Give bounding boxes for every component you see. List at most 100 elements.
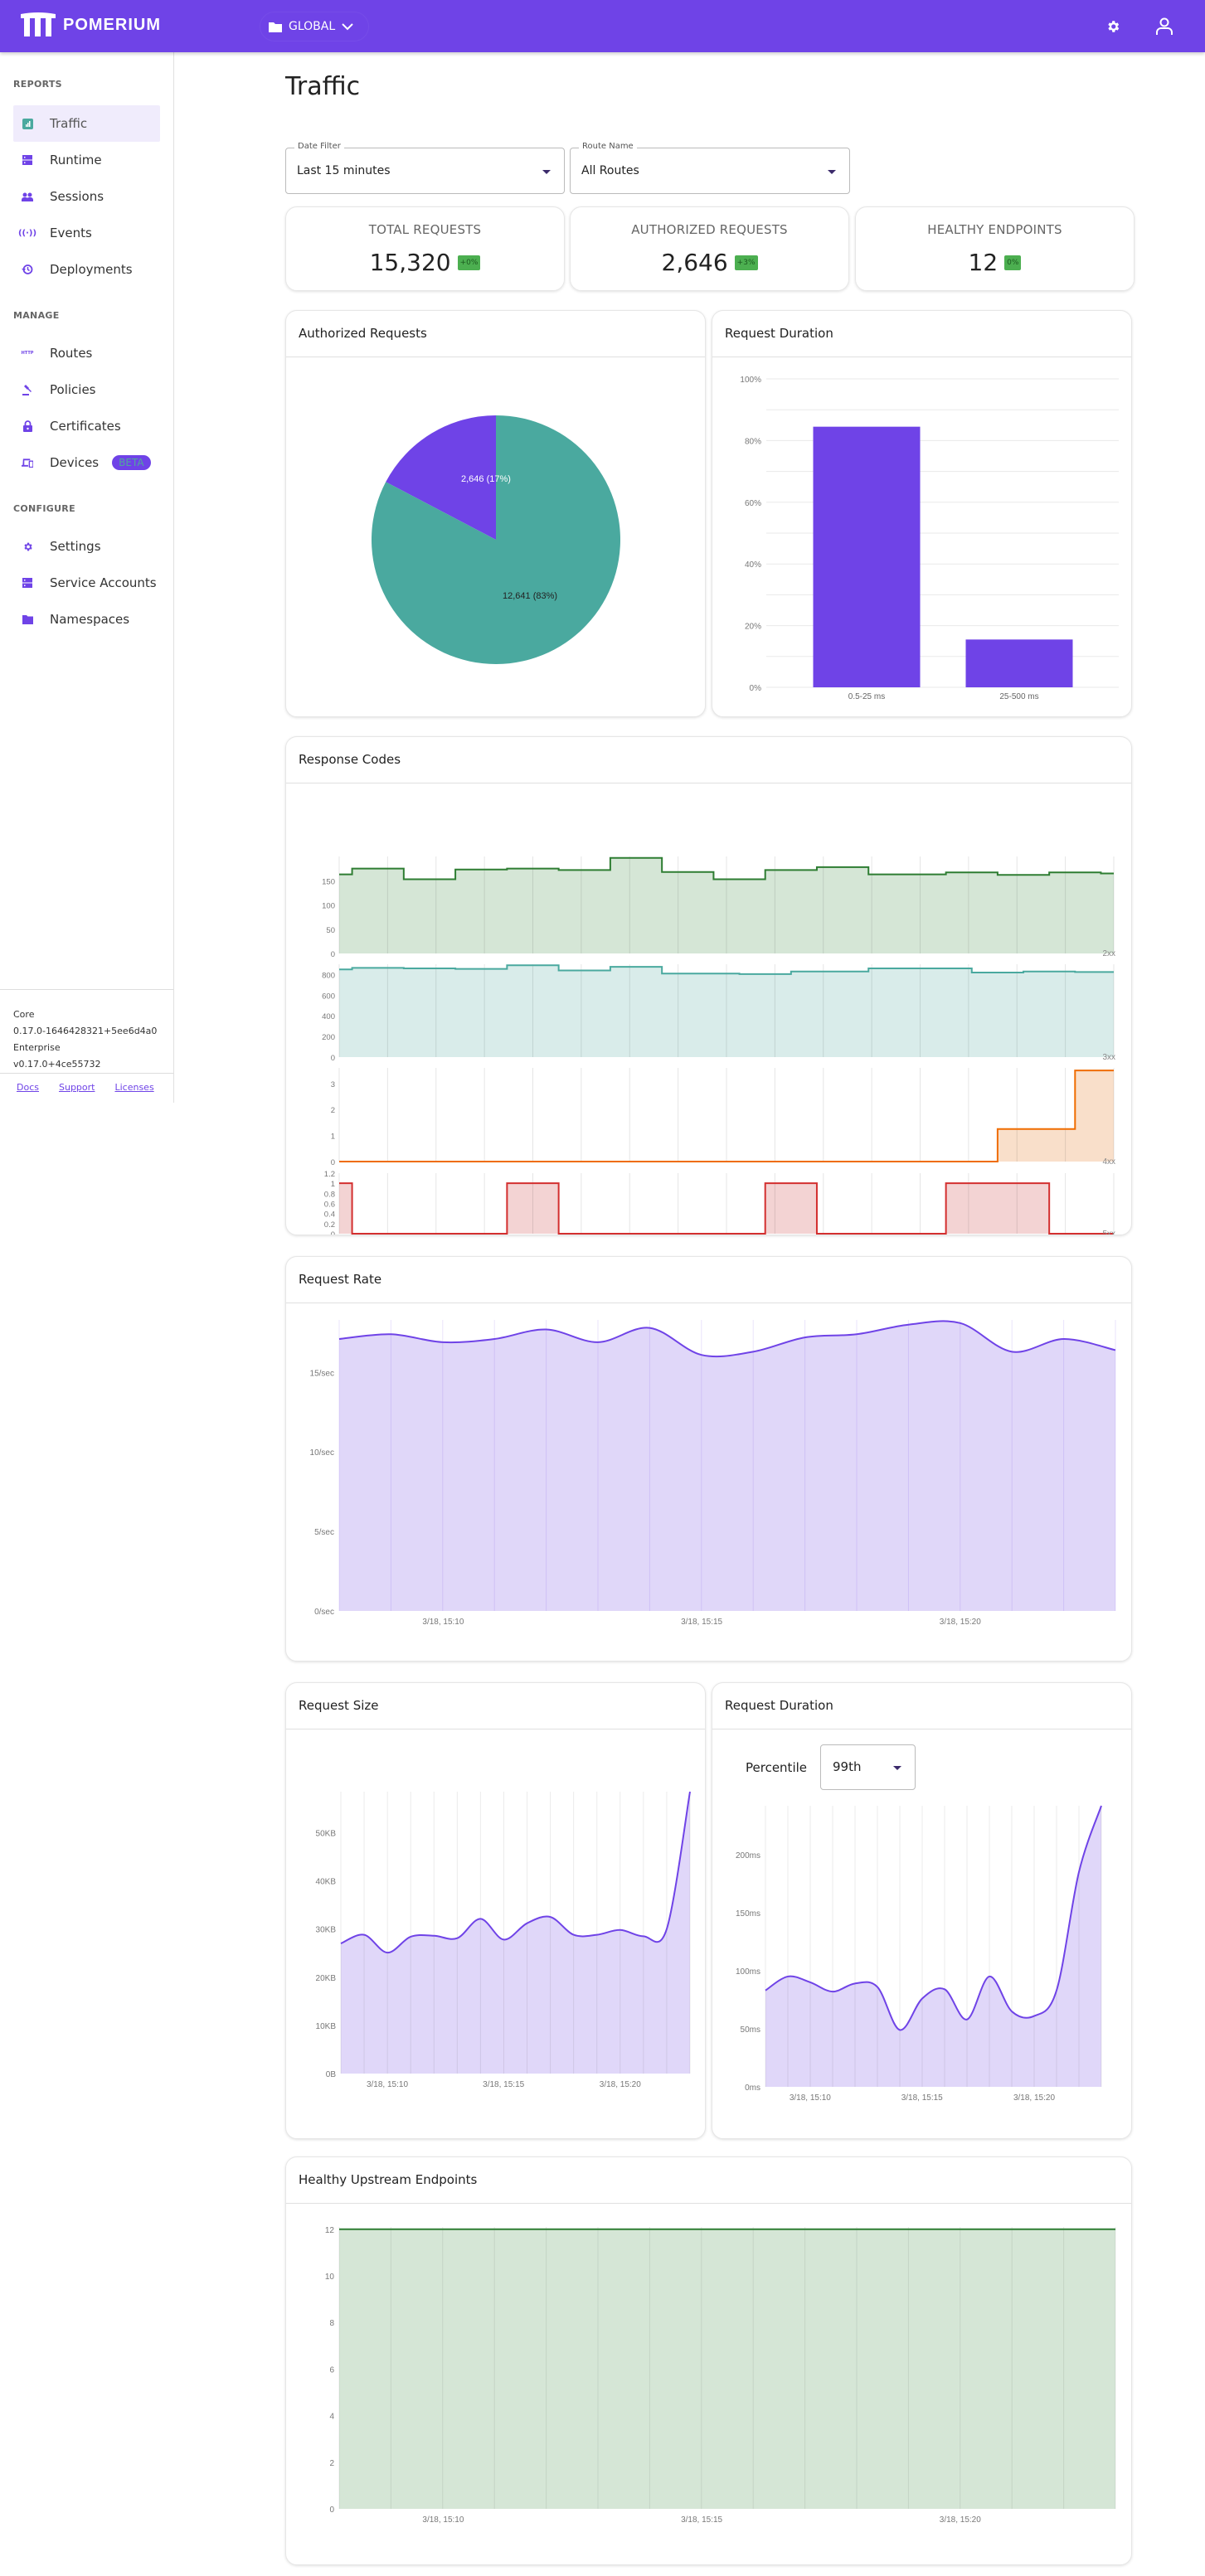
x-tick-label: 3/18, 15:20: [940, 1618, 981, 1627]
section-manage: MANAGE: [13, 310, 60, 321]
route-name-select[interactable]: Route Name All Routes: [570, 142, 850, 194]
authorized-requests-pie: 2,646 (17%) 12,641 (83%): [372, 415, 620, 664]
x-tick-label: 3/18, 15:10: [422, 2515, 464, 2525]
y-tick-label: 10: [325, 2273, 335, 2282]
sidebar-item-label: Devices: [50, 455, 100, 470]
chevron-down-icon: [342, 23, 353, 31]
beta-badge: BETA: [112, 455, 151, 470]
sidebar-item-policies[interactable]: Policies: [13, 371, 160, 408]
user-account-button[interactable]: [1154, 16, 1175, 37]
sidebar-item-devices[interactable]: Devices BETA: [13, 444, 160, 481]
y-tick-label: 0: [331, 950, 335, 959]
y-tick-label: 3: [331, 1080, 335, 1089]
y-tick-label: 5/sec: [314, 1528, 334, 1537]
y-tick-label: 8: [329, 2319, 334, 2328]
gear-icon: [22, 541, 33, 552]
top-bar: POMERIUM GLOBAL: [0, 0, 1205, 52]
y-tick-label: 12: [325, 2226, 335, 2235]
brand-name: POMERIUM: [63, 15, 161, 34]
lock-icon: [22, 420, 33, 432]
stat-value: 2,646: [661, 249, 728, 276]
footer-links: Docs Support Licenses: [0, 1073, 173, 1093]
x-tick-label: 3/18, 15:10: [790, 2093, 831, 2103]
area-fill: [339, 1321, 1115, 1611]
sidebar: REPORTS Traffic Runtime Sessions ((·)) E…: [0, 52, 174, 1103]
y-tick-label: 40KB: [316, 1878, 337, 1887]
y-tick-label: 50: [326, 926, 335, 935]
y-tick-label: 100%: [740, 376, 761, 385]
namespace-selector[interactable]: GLOBAL: [260, 12, 370, 41]
series-label: 2xx: [1102, 949, 1115, 958]
request-duration-card: Request Duration 0% 20% 40% 60% 80% 100% 0.5-2…: [712, 310, 1132, 717]
y-tick-label: 0: [331, 1054, 335, 1063]
series-label: 5xx: [1102, 1230, 1115, 1235]
licenses-link[interactable]: Licenses: [114, 1082, 153, 1093]
y-tick-label: 600: [322, 992, 335, 1001]
sidebar-item-traffic[interactable]: Traffic: [13, 105, 160, 142]
sidebar-item-routes[interactable]: HTTP Routes: [13, 335, 160, 371]
request-duration-bar-chart: 0% 20% 40% 60% 80% 100% 0.5-25 ms 25-500 ms: [740, 376, 1119, 701]
settings-button[interactable]: [1102, 16, 1124, 37]
sidebar-item-namespaces[interactable]: Namespaces: [13, 601, 160, 638]
y-tick-label: 30KB: [316, 1926, 337, 1935]
folder-icon: [22, 614, 33, 625]
x-tick-label: 3/18, 15:20: [1013, 2093, 1055, 2103]
sidebar-item-events[interactable]: ((·)) Events: [13, 215, 160, 251]
sidebar-item-label: Certificates: [50, 419, 121, 434]
request-rate-chart: 0/sec 5/sec 10/sec 15/sec 3/18, 15:10 3/18, 1…: [310, 1320, 1116, 1627]
card-title: Response Codes: [286, 737, 1131, 783]
x-tick-label: 3/18, 15:15: [483, 2080, 524, 2089]
y-tick-label: 15/sec: [310, 1369, 334, 1378]
version-info: Core 0.17.0-1646428321+5ee6d4a0 Enterpri…: [0, 989, 173, 1073]
card-title: Healthy Upstream Endpoints: [286, 2157, 1131, 2204]
sidebar-item-sessions[interactable]: Sessions: [13, 178, 160, 215]
request-duration-percentile-card: Request Duration Percentile 99th 0ms 50ms…: [712, 1682, 1132, 2139]
sidebar-item-certificates[interactable]: Certificates: [13, 408, 160, 444]
request-duration-percentile-chart: 0ms 50ms 100ms 150ms 200ms 3/18, 15:10 3/18, 1…: [736, 1805, 1102, 2103]
date-filter-select[interactable]: Date Filter Last 15 minutes: [285, 142, 565, 194]
docs-link[interactable]: Docs: [17, 1082, 39, 1093]
y-tick-label: 0ms: [745, 2084, 760, 2093]
x-tick-label: 3/18, 15:20: [940, 2515, 981, 2525]
request-size-chart: 0B 10KB 20KB 30KB 40KB 50KB 3/18, 15:10 3/18, 1…: [316, 1791, 691, 2089]
x-tick-label: 0.5-25 ms: [848, 692, 885, 701]
stat-title: HEALTHY ENDPOINTS: [927, 222, 1062, 237]
authorized-requests-card: Authorized Requests 2,646 (17%) 12,641 (8…: [285, 310, 706, 717]
folder-icon: [269, 22, 282, 32]
card-title: Request Duration: [712, 1683, 1131, 1729]
y-tick-label: 0/sec: [314, 1608, 334, 1617]
sidebar-item-deployments[interactable]: Deployments: [13, 251, 160, 288]
y-tick-label: 40%: [745, 560, 761, 570]
stat-value: 15,320: [369, 249, 451, 276]
y-tick-label: 0: [329, 2506, 334, 2515]
y-tick-label: 0.4: [324, 1210, 335, 1220]
x-tick-label: 3/18, 15:10: [422, 1618, 464, 1627]
y-tick-label: 60%: [745, 499, 761, 508]
area-fill: [765, 1806, 1101, 2087]
support-link[interactable]: Support: [59, 1082, 95, 1093]
y-tick-label: 800: [322, 971, 335, 980]
change-badge: 0%: [1004, 255, 1022, 270]
caret-down-icon: [828, 170, 836, 174]
stat-authorized-requests: AUTHORIZED REQUESTS 2,646 +3%: [570, 206, 849, 291]
devices-icon: [22, 457, 33, 468]
caret-down-icon: [542, 170, 551, 174]
stat-title: TOTAL REQUESTS: [368, 222, 482, 237]
sidebar-item-runtime[interactable]: Runtime: [13, 142, 160, 178]
core-version: 0.17.0-1646428321+5ee6d4a0: [13, 1026, 158, 1036]
date-filter-value: Last 15 minutes: [297, 164, 391, 177]
y-tick-label: 6: [329, 2365, 334, 2375]
columns-logo-icon: [21, 12, 56, 36]
broadcast-icon: ((·)): [17, 228, 37, 238]
area-fill: [339, 2229, 1115, 2509]
y-tick-label: 1: [331, 1133, 335, 1142]
sidebar-item-settings[interactable]: Settings: [13, 528, 160, 565]
sidebar-item-label: Policies: [50, 382, 96, 397]
card-title: Request Duration: [712, 311, 1131, 357]
y-tick-label: 150ms: [736, 1909, 760, 1919]
sidebar-item-service-accounts[interactable]: Service Accounts: [13, 565, 160, 601]
y-tick-label: 200: [322, 1033, 335, 1042]
sidebar-item-label: Events: [50, 226, 92, 240]
pomerium-logo[interactable]: POMERIUM: [20, 12, 161, 38]
y-tick-label: 0.8: [324, 1190, 335, 1199]
